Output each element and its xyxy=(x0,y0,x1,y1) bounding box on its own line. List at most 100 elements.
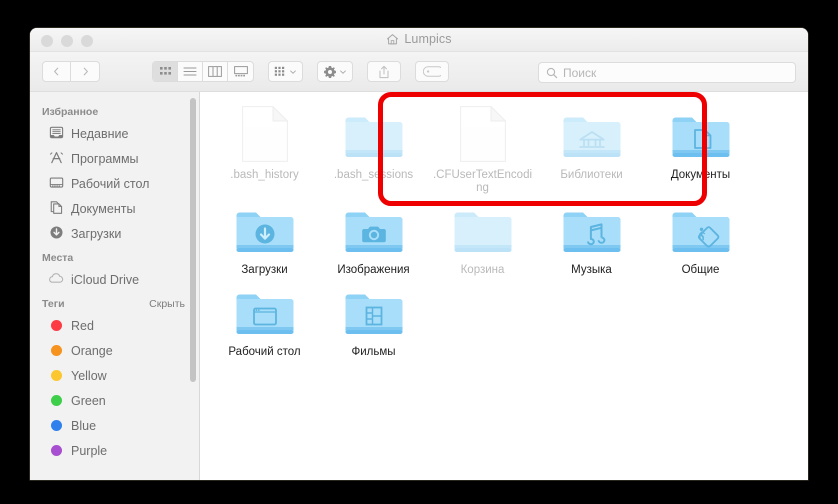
file-item[interactable]: Рабочий стол xyxy=(210,277,319,359)
sidebar-item[interactable]: Загрузки xyxy=(30,221,199,246)
file-item-label: .bash_sessions xyxy=(333,169,414,181)
folder-plain-icon xyxy=(451,201,515,257)
tag-dot-icon xyxy=(50,445,62,456)
share-icon xyxy=(379,65,389,78)
file-item[interactable]: .bash_sessions xyxy=(319,100,428,195)
tag-dot-icon xyxy=(50,395,62,406)
sidebar-scrollbar[interactable] xyxy=(190,98,196,382)
sidebar-item-label: Программы xyxy=(71,151,139,166)
file-item-label: Фильмы xyxy=(351,346,396,358)
list-view-button[interactable] xyxy=(178,62,203,81)
finder-window: Lumpics Поиск Избранное Недавние Програм… xyxy=(30,28,808,480)
sidebar-item[interactable]: Документы xyxy=(30,196,199,221)
icloud-icon xyxy=(48,271,64,289)
file-item[interactable]: Библиотеки xyxy=(537,100,646,195)
arrange-button[interactable] xyxy=(268,61,303,82)
folder-library-icon xyxy=(560,106,624,162)
arrange-icon xyxy=(274,66,285,76)
sidebar-section-title: Места xyxy=(42,252,74,264)
sidebar-item[interactable]: Рабочий стол xyxy=(30,171,199,196)
window-title-group: Lumpics xyxy=(30,32,808,46)
file-item-label: Музыка xyxy=(571,264,612,276)
sidebar-item[interactable]: Purple xyxy=(30,438,199,463)
forward-button[interactable] xyxy=(71,61,100,82)
folder-public-icon xyxy=(669,201,733,257)
file-item[interactable]: .CFUserTextEncoding xyxy=(428,100,537,195)
tag-dot-icon xyxy=(50,345,62,356)
chevron-down-icon xyxy=(290,69,296,74)
sidebar: Избранное Недавние Программы Рабочий стол До… xyxy=(30,92,200,480)
file-item-label: Библиотеки xyxy=(560,169,623,181)
sidebar-item[interactable]: iCloud Drive xyxy=(30,267,199,292)
file-item[interactable]: Фильмы xyxy=(319,277,428,359)
column-view-button[interactable] xyxy=(203,62,228,81)
sidebar-item-label: Документы xyxy=(71,201,136,216)
window-titlebar[interactable]: Lumpics xyxy=(30,28,808,52)
chevron-right-icon xyxy=(83,67,88,76)
tag-dot-icon xyxy=(50,370,62,381)
list-icon xyxy=(183,67,197,76)
sidebar-item[interactable]: Green xyxy=(30,388,199,413)
file-item-label: Рабочий стол xyxy=(228,346,301,358)
file-grid-area[interactable]: .bash_history .bash_sessions .CFUserTextEn… xyxy=(200,92,808,480)
sidebar-item-label: Blue xyxy=(71,418,97,433)
file-grid-row: Загрузки Изображения Корзина Музыка Общие xyxy=(210,195,808,277)
sidebar-item[interactable]: Orange xyxy=(30,338,199,363)
file-item-label: Документы xyxy=(670,169,731,181)
sidebar-item-label: Недавние xyxy=(71,126,129,141)
sidebar-item[interactable]: Программы xyxy=(30,146,199,171)
back-button[interactable] xyxy=(42,61,71,82)
file-item[interactable]: Общие xyxy=(646,195,755,277)
screenshot-root: Lumpics Поиск Избранное Недавние Програм… xyxy=(0,0,838,504)
icon-view-button[interactable] xyxy=(153,62,178,81)
home-icon xyxy=(387,33,399,44)
file-item[interactable]: .bash_history xyxy=(210,100,319,195)
sidebar-item-label: Orange xyxy=(71,343,113,358)
share-button[interactable] xyxy=(367,61,401,82)
view-mode-segmented-control xyxy=(152,61,254,82)
file-grid-row: .bash_history .bash_sessions .CFUserTextEn… xyxy=(210,100,808,195)
grid-icon xyxy=(159,67,171,75)
sidebar-item-label: Загрузки xyxy=(71,226,122,241)
sidebar-item-label: Red xyxy=(71,318,94,333)
edit-tags-button[interactable] xyxy=(415,61,449,82)
file-item-label: Загрузки xyxy=(241,264,288,276)
finder-toolbar: Поиск xyxy=(30,52,808,92)
folder-downloads-icon xyxy=(233,201,297,257)
file-item[interactable]: Загрузки xyxy=(210,195,319,277)
sidebar-item-label: iCloud Drive xyxy=(71,272,140,287)
tag-icon xyxy=(423,66,441,77)
sidebar-hide-tags-link[interactable]: Скрыть xyxy=(149,298,185,310)
sidebar-item[interactable]: Blue xyxy=(30,413,199,438)
search-field[interactable]: Поиск xyxy=(538,62,796,83)
columns-icon xyxy=(208,66,222,77)
file-item[interactable]: Корзина xyxy=(428,195,537,277)
recents-icon xyxy=(49,125,64,143)
folder-music-icon xyxy=(560,201,624,257)
folder-plain-icon xyxy=(342,106,406,162)
folder-desktop-icon xyxy=(233,283,297,339)
gallery-icon xyxy=(233,66,248,77)
file-item[interactable]: Документы xyxy=(646,100,755,195)
file-item-label: .CFUserTextEncoding xyxy=(432,169,533,194)
file-item[interactable]: Изображения xyxy=(319,195,428,277)
sidebar-item[interactable]: Недавние xyxy=(30,121,199,146)
sidebar-item-label: Green xyxy=(71,393,106,408)
search-icon xyxy=(546,67,558,78)
file-icon xyxy=(233,106,297,162)
nav-buttons xyxy=(42,61,100,82)
sidebar-section-header: Избранное xyxy=(30,100,199,121)
window-body: Избранное Недавние Программы Рабочий стол До… xyxy=(30,92,808,480)
action-menu-button[interactable] xyxy=(317,61,353,82)
sidebar-item[interactable]: Red xyxy=(30,313,199,338)
gallery-view-button[interactable] xyxy=(228,62,253,81)
file-item-label: Изображения xyxy=(337,264,410,276)
tag-dot-icon xyxy=(50,320,62,331)
search-placeholder: Поиск xyxy=(563,65,597,80)
sidebar-item[interactable]: Yellow xyxy=(30,363,199,388)
chevron-left-icon xyxy=(54,67,59,76)
file-item[interactable]: Музыка xyxy=(537,195,646,277)
sidebar-section-header: Места xyxy=(30,246,199,267)
downloads-icon xyxy=(49,225,64,243)
folder-movies-icon xyxy=(342,283,406,339)
